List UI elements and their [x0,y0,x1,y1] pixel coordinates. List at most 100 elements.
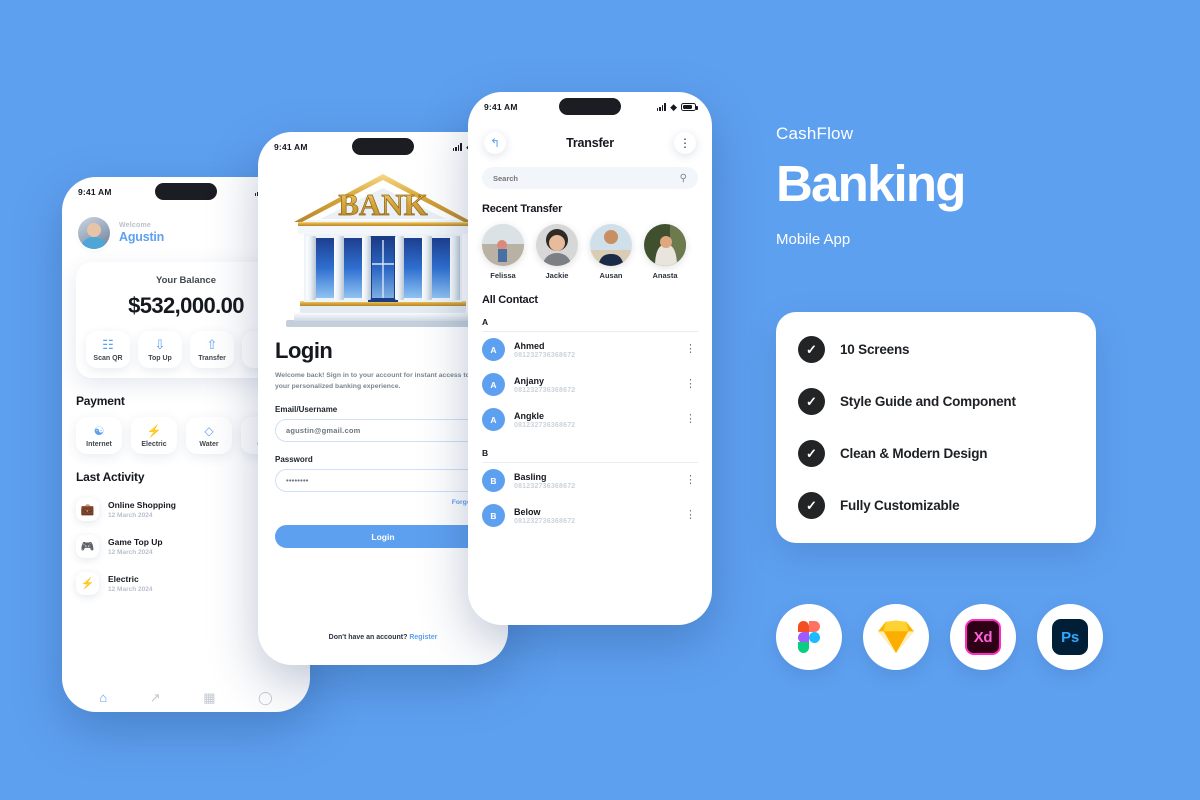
more-vertical-icon[interactable]: ⋮ [683,379,698,390]
search-icon[interactable]: ⚲ [680,173,687,184]
email-input[interactable] [286,426,480,436]
contact-group-b: B Basling 081232736368672 ⋮ B Below 0812… [468,463,712,533]
more-vertical-icon[interactable]: ⋮ [673,132,696,154]
register-prompt-text: Don't have an account? [328,634,408,641]
payment-item-electric[interactable]: ⚡ Electric [131,417,177,454]
feature-item: ✓ 10 Screens [798,336,1074,363]
list-item[interactable]: B Basling 081232736368672 ⋮ [468,463,712,498]
list-item[interactable]: A Ahmed 081232736368672 ⋮ [468,332,712,367]
quick-action-transfer[interactable]: ⇧ Transfer [190,331,234,368]
upload-box-icon: ⇧ [206,337,218,352]
contact-name: Anjany [514,375,545,386]
person-icon[interactable]: ◯ [258,691,273,704]
battery-icon [681,103,698,111]
quick-action-top-up[interactable]: ⇩ Top Up [138,331,182,368]
wifi-tower-icon: ☯ [93,424,105,438]
features-card: ✓ 10 Screens ✓ Style Guide and Component… [776,312,1096,543]
balance-amount: $532,000.00 [128,293,244,318]
more-vertical-icon[interactable]: ⋮ [683,475,698,486]
signal-icon [452,143,463,151]
avatar: A [482,408,505,431]
login-button[interactable]: Login [275,525,491,549]
status-bar-time: 9:41 AM [484,102,518,112]
welcome-label: Welcome [119,222,152,229]
payment-item-internet[interactable]: ☯ Internet [76,417,122,454]
activity-title: Last Activity [76,470,145,484]
search-field[interactable]: ⚲ [482,167,698,189]
feature-item: ✓ Fully Customizable [798,492,1074,519]
email-field[interactable] [275,419,491,443]
contact-phone: 081232736368672 [514,517,576,525]
photoshop-badge: Ps [1037,604,1103,670]
contact-phone: 081232736368672 [514,351,576,359]
avatar: A [482,373,505,396]
feature-item: ✓ Clean & Modern Design [798,440,1074,467]
avatar: A [482,338,505,361]
page-title: Transfer [566,136,614,150]
avatar: B [482,504,505,527]
recent-contact-ausan[interactable]: Ausan [590,224,632,280]
feature-label: Clean & Modern Design [840,446,988,461]
email-label: Email/Username [275,405,338,415]
contact-phone: 081232736368672 [514,482,576,490]
list-item[interactable]: A Angkle 081232736368672 ⋮ [468,402,712,437]
quick-actions: ☷ Scan QR ⇩ Top Up ⇧ Transfer ☰ Bill [86,331,286,368]
password-input[interactable] [286,476,469,486]
activity-name: Electric [108,574,139,584]
activity-date: 12 March 2024 [108,586,153,593]
register-link[interactable]: Register [409,634,437,641]
password-field[interactable]: 👁 [275,469,491,493]
qr-scan-icon: ☷ [102,337,114,352]
contact-phone: 081232736368672 [514,386,576,394]
avatar [644,224,686,266]
quick-action-label: Top Up [148,355,172,362]
chart-line-icon[interactable]: ↗ [150,691,161,704]
quick-action-scan-qr[interactable]: ☷ Scan QR [86,331,130,368]
recent-transfer-title: Recent Transfer [482,203,563,215]
adobe-xd-badge: Xd [950,604,1016,670]
list-item[interactable]: B Below 081232736368672 ⋮ [468,498,712,533]
avatar: B [482,469,505,492]
home-icon[interactable]: ⌂ [99,691,107,704]
contact-name: Basling [514,471,547,482]
transfer-header: ↰ Transfer ⋮ [468,118,712,154]
sketch-badge [863,604,929,670]
activity-date: 12 March 2024 [108,512,153,519]
avatar [590,224,632,266]
contact-group-a: A Ahmed 081232736368672 ⋮ A Anjany 08123… [468,332,712,437]
avatar [482,224,524,266]
wifi-icon: ◆ [670,101,677,112]
payment-item-label: Electric [141,441,167,448]
avatar [536,224,578,266]
dynamic-island [155,183,217,200]
recent-contact-name: Ausan [599,271,623,280]
check-icon: ✓ [798,440,825,467]
more-vertical-icon[interactable]: ⋮ [683,414,698,425]
more-vertical-icon[interactable]: ⋮ [683,344,698,355]
gamepad-icon: 🎮 [76,535,99,558]
check-icon: ✓ [798,388,825,415]
bottom-tab-bar: ⌂ ↗ ▦ ◯ [62,691,310,704]
alpha-header-a: A [482,317,489,327]
quick-action-label: Scan QR [93,355,123,362]
contact-name: Angkle [514,410,545,421]
feature-item: ✓ Style Guide and Component [798,388,1074,415]
recent-contact-felissa[interactable]: Felissa [482,224,524,280]
brand-name: CashFlow [776,124,854,143]
recent-contact-anasta[interactable]: Anasta [644,224,686,280]
all-contact-title: All Contact [482,294,538,306]
register-prompt: Don't have an account? Register [258,634,508,641]
figma-badge [776,604,842,670]
search-input[interactable] [493,173,680,183]
list-item[interactable]: A Anjany 081232736368672 ⋮ [468,367,712,402]
forgot-password-link[interactable]: Forgot Pass [275,499,491,506]
bank-sign-text: BANK [338,187,428,222]
recent-contact-jackie[interactable]: Jackie [536,224,578,280]
payment-title: Payment [76,394,125,408]
payment-item-water[interactable]: ◇ Water [186,417,232,454]
more-vertical-icon[interactable]: ⋮ [683,510,698,521]
card-icon[interactable]: ▦ [203,691,215,704]
back-arrow-icon[interactable]: ↰ [484,132,506,154]
photoshop-icon: Ps [1052,619,1088,655]
recent-contact-name: Jackie [545,271,569,280]
